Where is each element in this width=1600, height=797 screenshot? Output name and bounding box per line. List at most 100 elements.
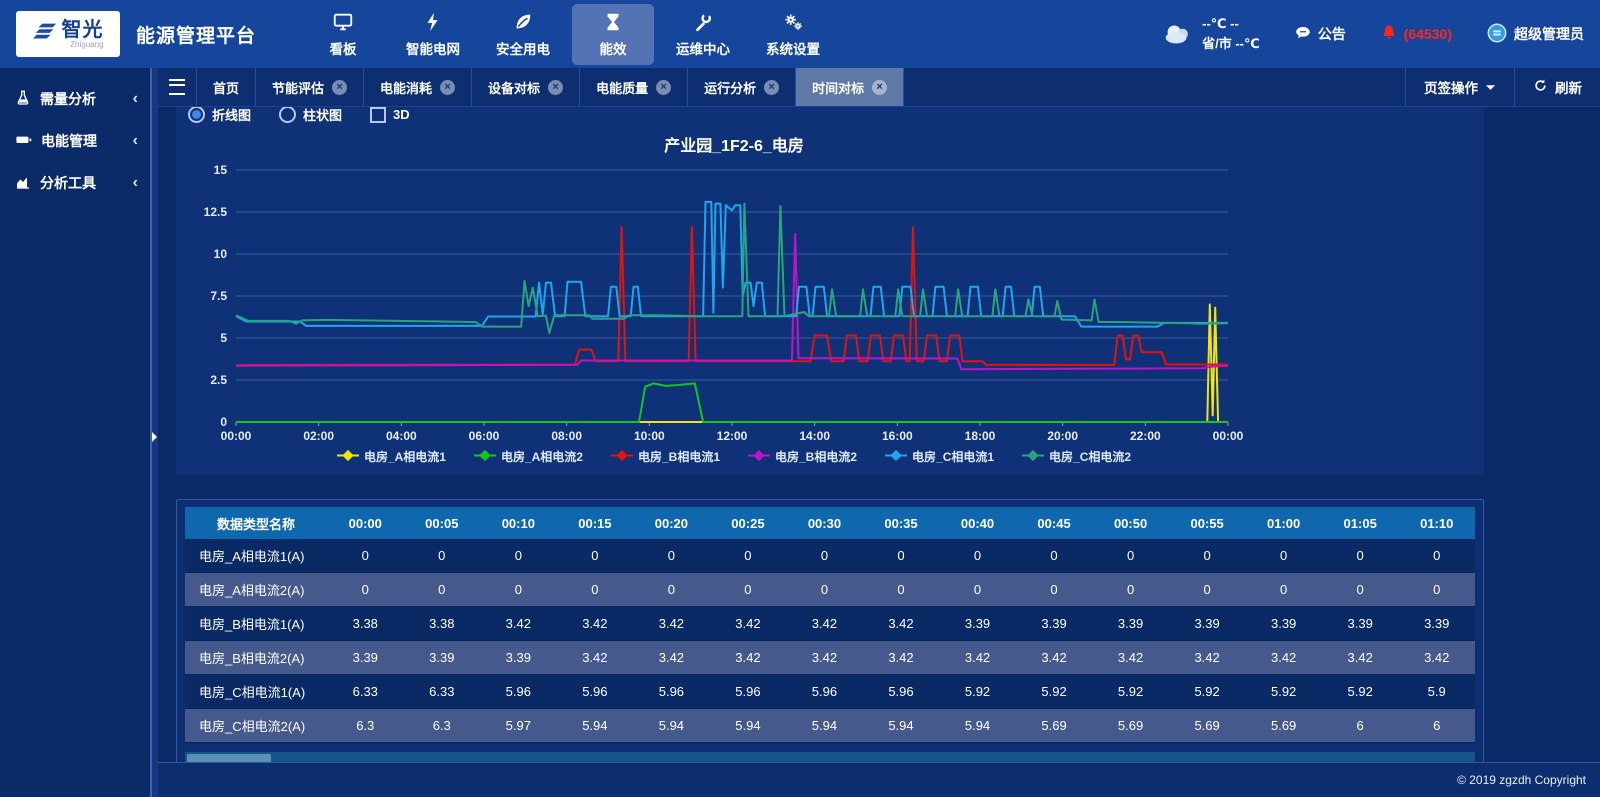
close-icon[interactable]: ×	[872, 80, 887, 95]
row-value: 3.42	[480, 607, 557, 641]
nav-item-2[interactable]: 智能电网	[392, 4, 474, 65]
weather-temp: --℃ --	[1202, 14, 1260, 34]
row-value: 0	[557, 573, 634, 607]
row-value: 5.94	[939, 709, 1016, 743]
row-value: 3.42	[633, 641, 710, 675]
close-icon[interactable]: ×	[440, 80, 455, 95]
nav-item-1[interactable]: 看板	[302, 4, 384, 65]
row-value: 5.96	[786, 675, 863, 709]
row-value: 0	[480, 573, 557, 607]
tabs-container: 首页节能评估×电能消耗×设备对标×电能质量×运行分析×时间对标×	[197, 68, 904, 106]
row-value: 3.42	[1092, 641, 1169, 675]
row-value: 5.94	[557, 709, 634, 743]
refresh-button[interactable]: 刷新	[1514, 68, 1600, 106]
tab-label: 节能评估	[272, 78, 324, 97]
chart-3d-checkbox[interactable]: 3D	[370, 107, 410, 123]
tab-menu-button[interactable]	[158, 68, 197, 106]
row-value: 0	[1398, 539, 1475, 573]
row-value: 0	[863, 573, 940, 607]
row-value: 3.39	[1245, 607, 1322, 641]
nav-item-5[interactable]: 运维中心	[662, 4, 744, 65]
legend-marker-icon	[474, 450, 496, 464]
row-value: 5.92	[1169, 675, 1246, 709]
table-row-1: 电房_A相电流1(A)000000000000000	[185, 539, 1475, 573]
logo-text-en: Zhiguang	[62, 41, 104, 49]
table-row-4: 电房_B相电流2(A)3.393.393.393.423.423.423.423…	[185, 641, 1475, 675]
row-value: 0	[1016, 573, 1093, 607]
row-value: 5.92	[1016, 675, 1093, 709]
tab-5[interactable]: 电能质量×	[580, 68, 688, 106]
y-axis-tick-label: 10	[214, 247, 228, 261]
chevron-left-icon: ‹	[133, 132, 138, 150]
row-value: 0	[327, 573, 404, 607]
tab-label: 时间对标	[812, 78, 864, 97]
nav-item-label: 看板	[330, 38, 357, 58]
legend-item-4[interactable]: 电房_B相电流2	[748, 448, 857, 465]
close-icon[interactable]: ×	[548, 80, 563, 95]
legend-item-3[interactable]: 电房_B相电流1	[611, 448, 720, 465]
radio-label: 柱状图	[303, 107, 342, 124]
legend-item-6[interactable]: 电房_C相电流2	[1022, 448, 1131, 465]
nav-item-4[interactable]: 能效	[572, 4, 654, 65]
tab-label: 设备对标	[488, 78, 540, 97]
close-icon[interactable]: ×	[332, 80, 347, 95]
close-icon[interactable]: ×	[764, 80, 779, 95]
nav-item-label: 运维中心	[676, 38, 730, 58]
row-value: 5.69	[1169, 709, 1246, 743]
row-value: 5.92	[1245, 675, 1322, 709]
scrollbar-thumb[interactable]	[187, 754, 271, 762]
collapse-arrow-icon[interactable]	[152, 432, 157, 442]
sidebar-item-2[interactable]: 电能管理 ‹	[0, 120, 150, 162]
legend-item-5[interactable]: 电房_C相电流1	[885, 448, 994, 465]
x-axis-tick-label: 04:00	[386, 429, 417, 443]
legend-label: 电房_A相电流1	[364, 448, 446, 465]
tab-1[interactable]: 首页	[197, 68, 256, 106]
chart-series-电房_C相电流1	[236, 202, 1228, 327]
chart-type-radio-1[interactable]: 折线图	[188, 107, 251, 124]
legend-label: 电房_C相电流2	[1049, 448, 1131, 465]
data-table: 数据类型名称00:0000:0500:1000:1500:2000:2500:3…	[185, 507, 1475, 743]
tab-4[interactable]: 设备对标 ×	[472, 68, 580, 106]
row-value: 3.42	[863, 607, 940, 641]
row-label: 电房_A相电流1(A)	[185, 539, 327, 573]
tabbar: 首页节能评估×电能消耗×设备对标×电能质量×运行分析×时间对标× 页签操作	[158, 68, 1600, 107]
user-menu[interactable]: 超级管理员	[1486, 22, 1584, 47]
sidebar-item-1[interactable]: 需量分析‹	[0, 78, 150, 120]
nav-item-label: 系统设置	[766, 38, 820, 58]
nav-item-6[interactable]: 系统设置	[752, 4, 834, 65]
row-value: 5.96	[710, 675, 787, 709]
chart-type-radio-2[interactable]: 柱状图	[279, 107, 342, 124]
table-header-time: 00:25	[710, 507, 787, 539]
legend-marker-icon	[748, 450, 770, 464]
row-value: 0	[786, 573, 863, 607]
close-icon[interactable]: ×	[656, 80, 671, 95]
tab-operations-button[interactable]: 页签操作	[1405, 68, 1514, 106]
sidebar-item-label: 电能管理	[41, 131, 97, 151]
logo-glyph-icon	[33, 21, 59, 48]
row-value: 5.96	[863, 675, 940, 709]
tab-6[interactable]: 运行分析×	[688, 68, 796, 106]
tab-3[interactable]: 电能消耗×	[364, 68, 472, 106]
sidebar-item-3[interactable]: 分析工具‹	[0, 162, 150, 204]
table-header-time: 01:05	[1322, 507, 1399, 539]
tab-7[interactable]: 时间对标 ×	[796, 68, 904, 106]
row-value: 5.96	[633, 675, 710, 709]
radio-icon	[279, 107, 296, 123]
monitor-icon	[332, 10, 354, 34]
legend-item-2[interactable]: 电房_A相电流2	[474, 448, 583, 465]
notice-button[interactable]: 公告	[1294, 24, 1346, 45]
row-value: 3.39	[1169, 607, 1246, 641]
logo-text-cn: 智光	[62, 20, 104, 40]
tab-2[interactable]: 节能评估 ×	[256, 68, 364, 106]
chat-bubble-icon	[1294, 24, 1312, 45]
row-value: 3.42	[786, 607, 863, 641]
row-label: 电房_A相电流2(A)	[185, 573, 327, 607]
row-value: 3.42	[710, 641, 787, 675]
row-value: 0	[557, 539, 634, 573]
row-value: 6.33	[404, 675, 481, 709]
legend-item-1[interactable]: 电房_A相电流1	[337, 448, 446, 465]
alarm-button[interactable]: (64530)	[1380, 24, 1452, 45]
nav-item-3[interactable]: 安全用电	[482, 4, 564, 65]
horizontal-scrollbar[interactable]	[185, 752, 1475, 762]
radio-label: 折线图	[212, 107, 251, 124]
